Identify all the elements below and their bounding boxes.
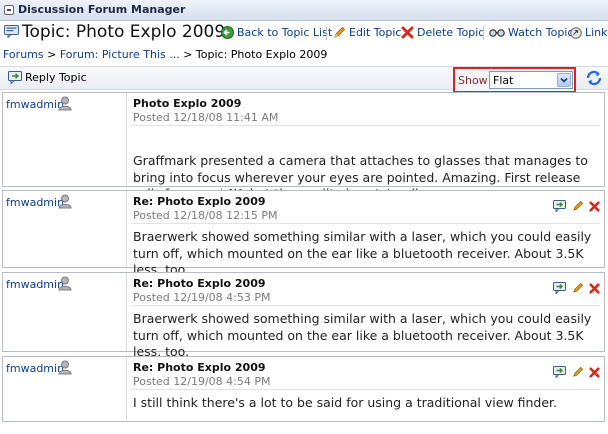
breadcrumb: Forums > Forum: Picture This ... > Topic… bbox=[3, 48, 327, 61]
post: fmwadmin Re: Photo Explo 2009 Posted 12/… bbox=[2, 356, 605, 422]
pencil-icon bbox=[334, 26, 346, 38]
link-icon bbox=[570, 27, 582, 39]
user-avatar-icon bbox=[58, 276, 72, 291]
user-avatar-icon bbox=[58, 360, 72, 375]
post-body: Braerwerk showed something similar with … bbox=[133, 311, 592, 359]
breadcrumb-separator: > bbox=[179, 48, 196, 61]
pencil-icon[interactable] bbox=[572, 282, 584, 294]
collapse-icon[interactable] bbox=[4, 5, 14, 15]
reply-topic-label: Reply Topic bbox=[25, 71, 87, 84]
page-title: Topic: Photo Explo 2009 bbox=[22, 22, 226, 42]
back-arrow-icon bbox=[221, 26, 234, 39]
forum-topic-icon bbox=[4, 25, 19, 38]
links-link[interactable]: Links bbox=[570, 26, 608, 39]
breadcrumb-forums[interactable]: Forums bbox=[3, 48, 44, 61]
post: fmwadmin Re: Photo Explo 2009 Posted 12/… bbox=[2, 190, 605, 277]
post-actions bbox=[551, 282, 600, 297]
post-date: Posted 12/18/08 12:15 PM bbox=[133, 209, 278, 222]
post-body: I still think there's a lot to be said f… bbox=[133, 395, 558, 410]
post-date: Posted 12/18/08 11:41 AM bbox=[133, 111, 279, 124]
glasses-icon bbox=[489, 29, 505, 37]
post-author-cell: fmwadmin bbox=[3, 191, 127, 267]
breadcrumb-forum[interactable]: Forum: Picture This ... bbox=[60, 48, 180, 61]
author-link[interactable]: fmwadmin bbox=[6, 362, 64, 375]
divider bbox=[131, 389, 600, 390]
post-subject: Photo Explo 2009 bbox=[133, 97, 242, 110]
post-subject: Re: Photo Explo 2009 bbox=[133, 195, 266, 208]
reply-icon[interactable] bbox=[553, 282, 566, 295]
edit-label: Edit Topic bbox=[349, 26, 402, 39]
divider bbox=[131, 125, 600, 126]
watch-label: Watch Topic bbox=[508, 26, 574, 39]
red-x-icon[interactable] bbox=[589, 367, 600, 378]
chevron-down-icon[interactable] bbox=[557, 73, 571, 87]
breadcrumb-topic: Topic: Photo Explo 2009 bbox=[195, 48, 328, 61]
divider bbox=[131, 305, 600, 306]
user-avatar-icon bbox=[58, 194, 72, 209]
show-label: Show bbox=[458, 74, 488, 87]
post-author-cell: fmwadmin bbox=[3, 273, 127, 351]
post-subject: Re: Photo Explo 2009 bbox=[133, 361, 266, 374]
author-link[interactable]: fmwadmin bbox=[6, 98, 64, 111]
post: fmwadmin Re: Photo Explo 2009 Posted 12/… bbox=[2, 272, 605, 359]
author-link[interactable]: fmwadmin bbox=[6, 196, 64, 209]
show-select[interactable]: Flat bbox=[489, 71, 573, 89]
breadcrumb-separator: > bbox=[43, 48, 60, 61]
pencil-icon[interactable] bbox=[572, 366, 584, 378]
red-x-icon bbox=[401, 26, 414, 39]
back-to-topic-list-link[interactable]: Back to Topic List bbox=[221, 26, 332, 39]
show-selected-value: Flat bbox=[493, 74, 514, 87]
post-author-cell: fmwadmin bbox=[3, 93, 127, 186]
red-x-icon[interactable] bbox=[589, 283, 600, 294]
post-actions bbox=[551, 200, 600, 215]
pencil-icon[interactable] bbox=[572, 200, 584, 212]
delete-label: Delete Topic bbox=[417, 26, 485, 39]
post-date: Posted 12/19/08 4:53 PM bbox=[133, 291, 271, 304]
red-x-icon[interactable] bbox=[589, 201, 600, 212]
panel-title: Discussion Forum Manager bbox=[18, 3, 186, 16]
post-author-cell: fmwadmin bbox=[3, 357, 127, 421]
post-actions bbox=[551, 366, 600, 381]
reply-icon[interactable] bbox=[553, 366, 566, 379]
reply-icon[interactable] bbox=[553, 200, 566, 213]
topic-header: Topic: Photo Explo 2009 Back to Topic Li… bbox=[0, 22, 608, 44]
author-link[interactable]: fmwadmin bbox=[6, 278, 64, 291]
separator bbox=[326, 26, 327, 40]
edit-topic-link[interactable]: Edit Topic bbox=[333, 26, 401, 39]
separator bbox=[483, 26, 484, 40]
back-label: Back to Topic List bbox=[237, 26, 333, 39]
post-subject: Re: Photo Explo 2009 bbox=[133, 277, 266, 290]
watch-topic-link[interactable]: Watch Topic bbox=[489, 26, 573, 39]
reply-topic-button[interactable]: Reply Topic bbox=[8, 71, 87, 85]
reply-icon bbox=[8, 71, 22, 85]
show-filter-box: Show Flat bbox=[453, 67, 576, 93]
delete-topic-link[interactable]: Delete Topic bbox=[401, 26, 484, 39]
refresh-icon[interactable] bbox=[585, 69, 603, 87]
post-date: Posted 12/19/08 4:54 PM bbox=[133, 375, 271, 388]
topic-toolbar: Reply Topic Show Flat bbox=[0, 66, 608, 93]
user-avatar-icon bbox=[58, 96, 72, 111]
links-label: Links bbox=[585, 26, 608, 39]
post: fmwadmin Photo Explo 2009 Posted 12/18/0… bbox=[2, 92, 605, 201]
panel-titlebar: Discussion Forum Manager bbox=[0, 0, 608, 21]
divider bbox=[131, 223, 600, 224]
